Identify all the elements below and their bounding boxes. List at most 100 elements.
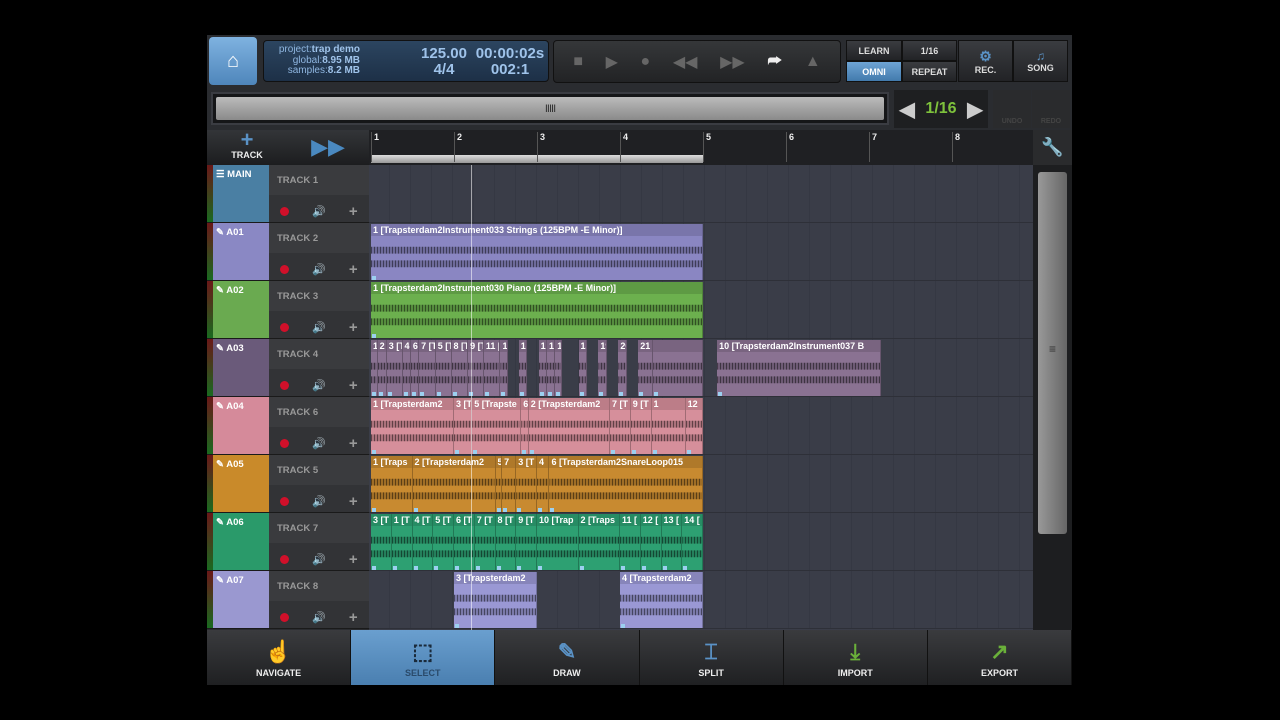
audio-clip[interactable]: 5 [495, 456, 503, 512]
speaker-icon[interactable]: 🔊 [312, 495, 326, 508]
add-effect-icon[interactable]: + [349, 609, 358, 626]
track-name[interactable]: TRACK 3 [269, 281, 369, 311]
track-header[interactable]: ✎ A04 TRACK 6 🔊 + [207, 397, 369, 455]
loop-icon[interactable]: ⮫ [767, 53, 782, 71]
track-name[interactable]: TRACK 4 [269, 339, 369, 369]
clip-handle[interactable] [455, 450, 459, 454]
track-name[interactable]: TRACK 7 [269, 513, 369, 543]
metronome-icon[interactable]: ▲ [805, 53, 821, 71]
track-name[interactable]: TRACK 5 [269, 455, 369, 485]
track-lane[interactable]: 123 [T467 [T5 [T8 [T9 [T11 [1:141(181151… [369, 339, 1033, 397]
clip-handle[interactable] [529, 450, 534, 454]
clip-handle[interactable] [641, 566, 646, 570]
record-arm-icon[interactable] [280, 323, 290, 332]
audio-clip[interactable]: 7 [502, 456, 517, 512]
undo-button[interactable]: UNDO [993, 90, 1031, 128]
record-arm-icon[interactable] [280, 497, 290, 506]
speaker-icon[interactable]: 🔊 [312, 611, 326, 624]
clip-handle[interactable] [372, 392, 376, 396]
redo-button[interactable]: REDO [1032, 90, 1070, 128]
clip-handle[interactable] [387, 392, 392, 396]
stop-icon[interactable]: ■ [573, 53, 583, 71]
audio-clip[interactable]: 14 [518, 340, 528, 396]
tool-draw[interactable]: ✎ DRAW [495, 630, 640, 685]
audio-clip[interactable]: 1 [371, 340, 378, 396]
clip-handle[interactable] [411, 392, 416, 396]
clip-handle[interactable] [496, 566, 501, 570]
speaker-icon[interactable]: 🔊 [312, 379, 326, 392]
clip-handle[interactable] [517, 566, 522, 570]
clip-handle[interactable] [455, 566, 459, 570]
speaker-icon[interactable]: 🔊 [312, 263, 326, 276]
clip-handle[interactable] [372, 334, 376, 338]
audio-clip[interactable]: 1 [Trapsterdam2Instrument033 Strings (12… [371, 224, 703, 280]
clip-handle[interactable] [372, 566, 376, 570]
clip-handle[interactable] [413, 508, 418, 512]
clip-handle[interactable] [403, 392, 408, 396]
clip-handle[interactable] [436, 392, 441, 396]
audio-clip[interactable]: 12 [685, 398, 703, 454]
clip-handle[interactable] [547, 392, 552, 396]
add-effect-icon[interactable]: + [349, 319, 358, 336]
track-channel-button[interactable]: ✎ A06 [213, 513, 275, 570]
timeline-ruler[interactable]: 1 2 3 4 5 6 7 8 [369, 130, 1033, 165]
clip-handle[interactable] [484, 392, 489, 396]
audio-clip[interactable]: 1 [651, 398, 686, 454]
audio-clip[interactable]: 4 [537, 456, 550, 512]
omni-button[interactable]: OMNI [846, 61, 902, 82]
track-channel-button[interactable]: ✎ A05 [213, 455, 275, 512]
audio-clip[interactable]: 4 [402, 340, 411, 396]
audio-clip[interactable]: 5 [Trapste [472, 398, 522, 454]
settings-button[interactable]: 🔧 [1033, 130, 1072, 165]
add-effect-icon[interactable]: + [349, 493, 358, 510]
clip-handle[interactable] [599, 392, 604, 396]
audio-clip[interactable]: 3 [T [516, 456, 537, 512]
audio-clip[interactable]: 13 [ [661, 514, 683, 570]
track-channel-button[interactable]: ✎ A01 [213, 223, 275, 280]
tool-navigate[interactable]: ☝ NAVIGATE [207, 630, 352, 685]
clip-handle[interactable] [455, 624, 459, 628]
audio-clip[interactable]: 12 [ [640, 514, 662, 570]
clip-handle[interactable] [662, 566, 667, 570]
clip-handle[interactable] [683, 566, 688, 570]
track-channel-button[interactable]: ✎ A03 [213, 339, 275, 396]
clip-handle[interactable] [619, 392, 624, 396]
audio-clip[interactable]: 10 [Trapsterdam2Instrument037 B [717, 340, 882, 396]
audio-clip[interactable]: 18 [546, 340, 556, 396]
scroll-grip[interactable]: IIIII [216, 97, 884, 120]
track-channel-button[interactable]: ✎ A07 [213, 571, 275, 628]
clip-handle[interactable] [378, 392, 383, 396]
audio-clip[interactable]: 7 [T [419, 340, 436, 396]
speaker-icon[interactable]: 🔊 [312, 553, 326, 566]
audio-clip[interactable]: 6 [410, 340, 420, 396]
clip-handle[interactable] [579, 392, 584, 396]
clip-handle[interactable] [372, 450, 376, 454]
song-button[interactable]: ♫ SONG [1013, 40, 1068, 82]
track-channel-button[interactable]: ✎ A04 [213, 397, 275, 454]
track-name[interactable]: TRACK 8 [269, 571, 369, 601]
clip-handle[interactable] [372, 508, 376, 512]
add-effect-icon[interactable]: + [349, 261, 358, 278]
clip-handle[interactable] [550, 508, 555, 512]
clip-handle[interactable] [621, 566, 625, 570]
audio-clip[interactable]: 2 [Trapsterdam2 [528, 398, 611, 454]
clip-handle[interactable] [579, 566, 584, 570]
audio-clip[interactable]: 6 [521, 398, 529, 454]
track-header[interactable]: ✎ A02 TRACK 3 🔊 + [207, 281, 369, 339]
audio-clip[interactable]: 3 [T [454, 398, 473, 454]
audio-clip[interactable]: 8 [T [451, 340, 469, 396]
scroll-thumb[interactable]: ≡ [1038, 172, 1067, 534]
track-lane[interactable]: 1 [Trapsterdam2 3 [T 5 [Trapste 6 2 [Trapste… [369, 397, 1033, 455]
audio-clip[interactable]: 2 [377, 340, 387, 396]
audio-clip[interactable]: 4 [T [412, 514, 434, 570]
audio-clip[interactable]: 3 [T [371, 514, 392, 570]
record-icon[interactable]: ● [641, 53, 651, 71]
speaker-icon[interactable]: 🔊 [312, 437, 326, 450]
learn-button[interactable]: LEARN [846, 40, 902, 61]
audio-clip[interactable]: 5 [T [435, 340, 452, 396]
playhead[interactable] [470, 165, 472, 630]
record-arm-icon[interactable] [280, 207, 290, 216]
track-header[interactable]: ✎ A07 TRACK 8 🔊 + [207, 571, 369, 629]
audio-clip[interactable]: 6 [T [454, 514, 475, 570]
audio-clip[interactable]: 1: [500, 340, 508, 396]
